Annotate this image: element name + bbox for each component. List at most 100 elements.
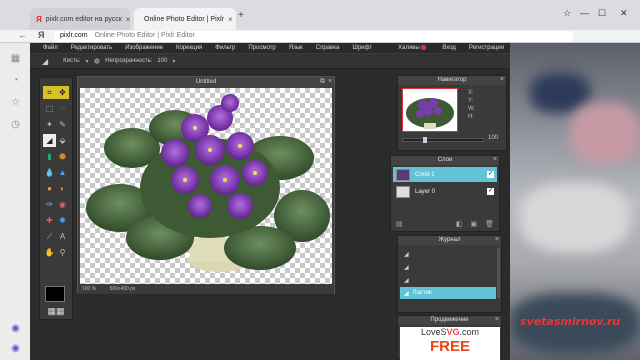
blur-tool-icon[interactable]: ▲ bbox=[56, 166, 69, 179]
menu-login[interactable]: Вход bbox=[442, 45, 456, 51]
menu-file[interactable]: Файл bbox=[43, 45, 58, 51]
navigator-thumbnail[interactable] bbox=[402, 88, 458, 132]
layers-title: Слои bbox=[391, 156, 499, 165]
promo-banner[interactable]: LoveSVG.com FREE bbox=[400, 327, 500, 360]
pencil-tool-icon[interactable]: ✎ bbox=[56, 118, 69, 131]
layer-visibility-checkbox[interactable]: ✓ bbox=[487, 171, 494, 178]
zoom-slider[interactable] bbox=[402, 137, 484, 143]
menu-register[interactable]: Регистрация bbox=[469, 45, 504, 51]
layer-visibility-checkbox[interactable]: ✓ bbox=[487, 188, 494, 195]
browser-sidebar: ▦ ◔ ☆ ◷ ◉ ◉ bbox=[0, 43, 30, 360]
image-canvas[interactable] bbox=[80, 88, 332, 284]
close-tab-icon[interactable]: × bbox=[126, 15, 130, 24]
opacity-value[interactable]: 100 bbox=[157, 58, 167, 64]
eyedropper-tool-icon[interactable]: ⟋ bbox=[43, 230, 56, 243]
new-layer-icon[interactable]: ▣ bbox=[470, 220, 477, 229]
image-size: 500x400 px bbox=[109, 286, 136, 292]
menu-font[interactable]: Шрифт bbox=[352, 45, 372, 51]
history-scrollbar[interactable] bbox=[497, 248, 500, 298]
app-menubar: Файл Редактировать Изображение Корекция … bbox=[30, 43, 510, 54]
bucket-tool-icon[interactable]: ⬙ bbox=[56, 134, 69, 147]
menu-view[interactable]: Просмотр bbox=[248, 45, 275, 51]
maximize-icon[interactable]: ☐ bbox=[598, 8, 606, 19]
brush-tool-icon[interactable]: ✑ bbox=[43, 198, 56, 211]
history-item[interactable]: ◢ bbox=[400, 248, 496, 260]
gradient-tool-icon[interactable]: ▮ bbox=[43, 150, 56, 163]
back-icon[interactable]: ← bbox=[18, 30, 27, 40]
close-panel-icon[interactable]: × bbox=[500, 76, 504, 83]
history-item[interactable]: ◢ bbox=[400, 261, 496, 273]
close-panel-icon[interactable]: × bbox=[495, 316, 499, 323]
layer-thumbnail bbox=[396, 168, 410, 181]
grid-view-icon[interactable]: ▦▦ bbox=[44, 305, 68, 317]
menu-filter[interactable]: Фильтр bbox=[215, 45, 235, 51]
wand-tool-icon[interactable]: ✦ bbox=[43, 118, 56, 131]
hand-tool-icon[interactable]: ✋ bbox=[43, 246, 56, 259]
history-item[interactable]: ◢ Ластик bbox=[400, 287, 496, 299]
layer-style-icon[interactable]: ◧ bbox=[456, 220, 463, 229]
text-tool-icon[interactable]: A bbox=[56, 230, 69, 243]
promo-free-text: FREE bbox=[429, 338, 470, 355]
brush-dropdown-icon[interactable]: ▾ bbox=[86, 58, 89, 65]
redeye-tool-icon[interactable]: ◉ bbox=[56, 198, 69, 211]
browser-titlebar: Я pixlr.com editor на русск × Online Pho… bbox=[0, 0, 640, 30]
eraser-tool-icon: ◢ bbox=[42, 56, 49, 66]
alice-icon[interactable]: ◉ bbox=[10, 323, 21, 334]
history-item[interactable]: ◢ bbox=[400, 274, 496, 286]
close-window-icon[interactable]: ✕ bbox=[620, 8, 628, 19]
close-panel-icon[interactable]: × bbox=[495, 236, 499, 243]
w-label: W: bbox=[468, 106, 476, 112]
chat-icon[interactable]: ◉ bbox=[10, 343, 21, 354]
spotheal-tool-icon[interactable]: ✚ bbox=[43, 214, 56, 227]
stamp-tool-icon[interactable]: ⬣ bbox=[56, 150, 69, 163]
layer-row[interactable]: Слой 1 ✓ bbox=[393, 167, 497, 182]
menu-help[interactable]: Справка bbox=[316, 45, 340, 51]
bell-icon[interactable]: ◔ bbox=[10, 75, 21, 86]
layer-row[interactable]: Layer 0 ✓ bbox=[393, 184, 497, 199]
lasso-tool-icon[interactable]: ◌ bbox=[56, 102, 69, 115]
browser-tab-inactive[interactable]: Я pixlr.com editor на русск × bbox=[30, 8, 130, 30]
menu-image[interactable]: Изображение bbox=[125, 45, 163, 51]
document-window: Untitled ⧉ × 100 % 500x400 px bbox=[77, 76, 335, 294]
browser-tab-active[interactable]: Online Photo Editor | Pixlr × bbox=[134, 8, 236, 30]
opacity-label: Непрозрачность: bbox=[105, 58, 153, 64]
navigator-zoom[interactable]: 100 bbox=[488, 135, 498, 141]
layer-menu-icon[interactable]: ▤ bbox=[396, 220, 403, 229]
zoom-slider-handle[interactable] bbox=[423, 137, 427, 143]
color-swatch[interactable] bbox=[45, 286, 65, 302]
menu-adjustment[interactable]: Корекция bbox=[176, 45, 202, 51]
new-tab-icon[interactable]: + bbox=[238, 10, 244, 21]
airbrush-icon[interactable]: ✲ bbox=[94, 57, 101, 66]
menu-language[interactable]: Язык bbox=[289, 45, 303, 51]
close-document-icon[interactable]: × bbox=[328, 78, 332, 85]
sponge-tool-icon[interactable]: ● bbox=[43, 182, 56, 195]
close-tab-icon[interactable]: × bbox=[228, 15, 233, 24]
restore-icon[interactable]: ⧉ bbox=[320, 78, 325, 86]
grid-icon[interactable]: ▦ bbox=[10, 53, 21, 64]
drop-tool-icon[interactable]: 💧 bbox=[43, 166, 56, 179]
menu-edit[interactable]: Редактировать bbox=[71, 45, 112, 51]
move-tool-icon[interactable]: ✥ bbox=[56, 86, 69, 99]
eraser-tool-icon[interactable]: ◢ bbox=[43, 134, 56, 147]
crop-tool-icon[interactable]: ⌗ bbox=[43, 86, 56, 99]
zoom-tool-icon[interactable]: ⚲ bbox=[56, 246, 69, 259]
yandex-icon[interactable]: Я bbox=[38, 30, 44, 40]
toolbox: ⌗ ✥ ⬚ ◌ ✦ ✎ ◢ ⬙ ▮ ⬣ 💧 ▲ ● ◐ ✑ ◉ ✚ ✺ ⟋ A … bbox=[39, 77, 73, 320]
opacity-dropdown-icon[interactable]: ▾ bbox=[172, 58, 175, 65]
navigator-title: Навигатор bbox=[398, 76, 506, 85]
history-icon[interactable]: ◷ bbox=[10, 119, 21, 130]
bookmarks-icon[interactable]: ☆ bbox=[563, 8, 571, 19]
minimize-icon[interactable]: — bbox=[580, 8, 589, 18]
url-field[interactable]: pixlr.com Online Photo Editor | Pixlr Ed… bbox=[54, 31, 574, 42]
star-icon[interactable]: ☆ bbox=[10, 97, 21, 108]
thumbnail-image bbox=[406, 98, 454, 129]
tab-label: Online Photo Editor | Pixlr bbox=[144, 15, 225, 23]
menu-freebies[interactable]: Халявы bbox=[385, 45, 426, 51]
dodge-tool-icon[interactable]: ◐ bbox=[56, 182, 69, 195]
delete-layer-icon[interactable]: 🗑 bbox=[485, 220, 494, 229]
history-brush-icon: ◢ bbox=[404, 277, 409, 284]
marquee-tool-icon[interactable]: ⬚ bbox=[43, 102, 56, 115]
close-panel-icon[interactable]: × bbox=[493, 156, 497, 163]
document-title: Untitled bbox=[78, 77, 334, 87]
bloat-tool-icon[interactable]: ✺ bbox=[56, 214, 69, 227]
